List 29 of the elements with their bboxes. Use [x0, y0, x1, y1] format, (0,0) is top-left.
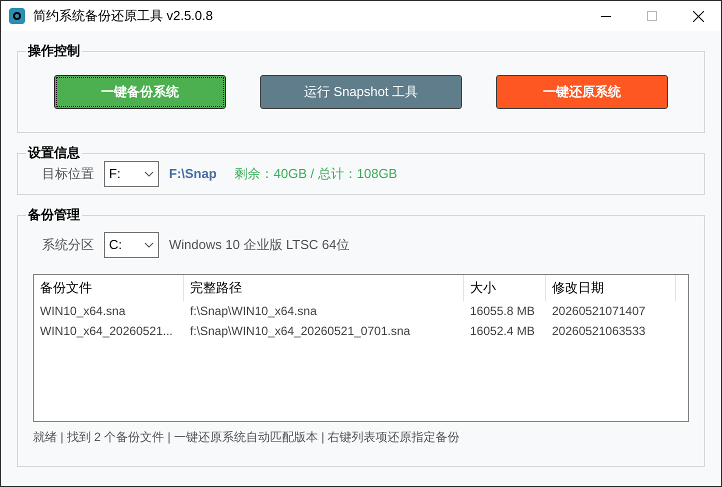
os-version: Windows 10 企业版 LTSC 64位: [169, 236, 350, 254]
chevron-down-icon: [144, 171, 154, 177]
table-cell-text: f:\Snap\WIN10_x64_20260521_0701.sna: [189, 323, 412, 340]
table-cell-text: 20260521063533: [551, 323, 646, 340]
field-label: 系统分区: [42, 236, 94, 254]
column-header[interactable]: 大小: [464, 275, 546, 301]
table-cell-text: WIN10_x64.sna: [39, 303, 126, 320]
table-cell-text: 16055.8 MB: [469, 303, 536, 320]
table-cell-text: f:\Snap\WIN10_x64.sna: [189, 303, 318, 320]
column-header[interactable]: 修改日期: [546, 275, 676, 301]
target-path: F:\Snap: [169, 165, 217, 184]
maximize-icon: [647, 11, 657, 21]
drive-dropdown[interactable]: F:: [104, 161, 159, 187]
disk-space: 剩余：40GB / 总计：108GB: [234, 165, 398, 184]
app-logo-icon: [9, 8, 25, 24]
table-cell-text: WIN10_x64_20260521...: [39, 323, 174, 340]
drive-dropdown[interactable]: C:: [104, 232, 159, 258]
list-row[interactable]: WIN10_x64_20260521... f:\Snap\WIN10_x64_20260521_0701.sna 16052.4 MB 20260521063533: [34, 321, 688, 341]
table-cell-text: 20260521071407: [551, 303, 646, 320]
field-label: 目标位置: [42, 165, 94, 184]
column-header[interactable]: 完整路径: [184, 275, 464, 301]
close-icon: [692, 10, 704, 22]
status-text: 就绪 | 找到 2 个备份文件 | 一键还原系统自动匹配版本 | 右键列表项还原指定备份: [33, 429, 461, 446]
action-button[interactable]: 运行 Snapshot 工具: [260, 75, 462, 109]
chevron-down-icon: [144, 242, 154, 248]
list-row[interactable]: WIN10_x64.sna f:\Snap\WIN10_x64.sna 16055.8 MB 20260521071407: [34, 301, 688, 321]
window-title: 简约系统备份还原工具 v2.5.0.8: [33, 7, 213, 26]
table-cell-text: 16052.4 MB: [469, 323, 536, 340]
column-header[interactable]: 备份文件: [34, 275, 184, 301]
